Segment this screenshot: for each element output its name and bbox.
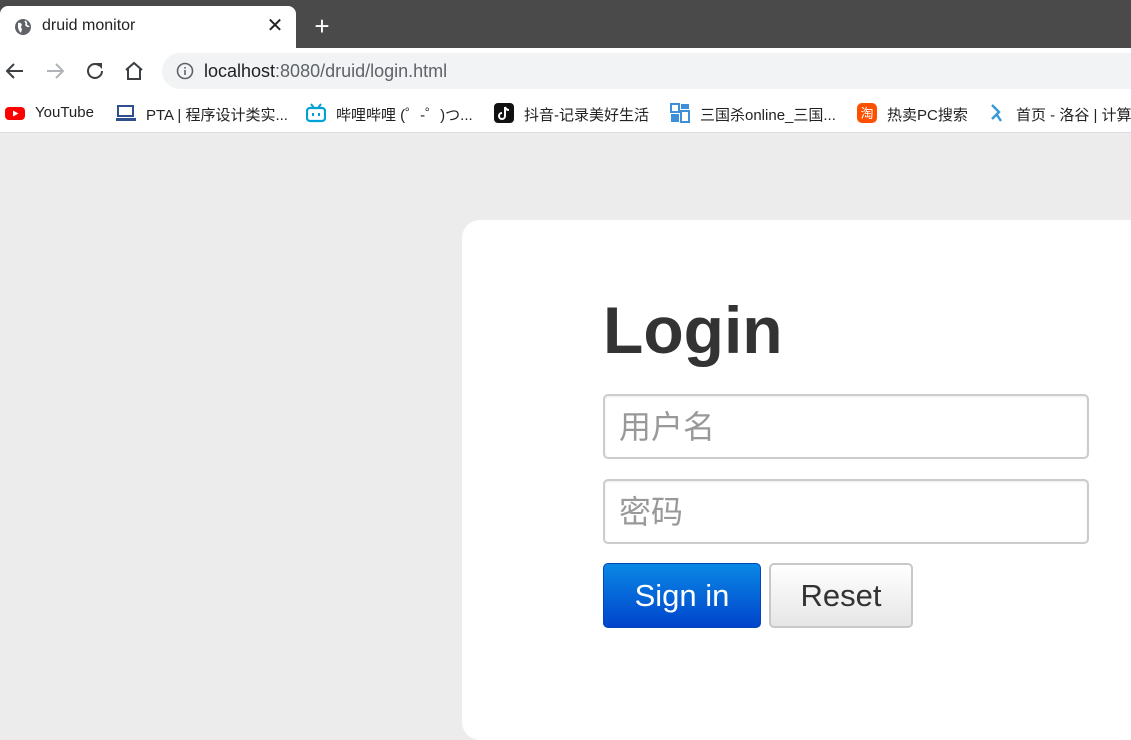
- browser-tab[interactable]: druid monitor ✕: [0, 6, 296, 48]
- taobao-icon: 淘: [857, 103, 877, 123]
- home-icon[interactable]: [122, 59, 146, 83]
- url-text: localhost:8080/druid/login.html: [204, 61, 447, 82]
- bookmark-label: 三国杀online_三国...: [700, 107, 836, 124]
- address-bar[interactable]: localhost:8080/druid/login.html: [162, 53, 1131, 89]
- new-tab-button[interactable]: +: [310, 13, 334, 39]
- bookmark-label: 抖音-记录美好生活: [524, 107, 649, 124]
- username-input[interactable]: [603, 394, 1089, 459]
- bilibili-icon: [306, 103, 326, 123]
- douyin-icon: [494, 103, 514, 123]
- sanguosha-icon: [670, 103, 690, 123]
- bookmark-label: 哔哩哔哩 (゜-゜)つ...: [336, 107, 473, 124]
- youtube-icon: [5, 107, 25, 120]
- tab-strip: druid monitor ✕ +: [0, 0, 1131, 48]
- reset-button[interactable]: Reset: [769, 563, 913, 628]
- bookmark-label: YouTube: [35, 104, 94, 121]
- forward-arrow-icon[interactable]: [43, 59, 67, 83]
- bookmark-label: 热卖PC搜索: [887, 107, 968, 124]
- bookmarks-bar: YouTube PTA | 程序设计类实... 哔哩哔哩 (゜-゜)つ... 抖…: [0, 94, 1131, 133]
- back-arrow-icon[interactable]: [3, 59, 27, 83]
- globe-icon: [15, 19, 31, 35]
- svg-text:淘: 淘: [860, 107, 873, 122]
- sign-in-button[interactable]: Sign in: [603, 563, 761, 628]
- tab-title: druid monitor: [42, 17, 136, 34]
- url-host: localhost: [204, 61, 276, 81]
- close-tab-icon[interactable]: ✕: [264, 15, 286, 37]
- info-icon[interactable]: [176, 62, 194, 80]
- reload-icon[interactable]: [83, 59, 107, 83]
- bookmark-label: PTA | 程序设计类实...: [146, 107, 288, 124]
- password-input[interactable]: [603, 479, 1089, 544]
- url-path: :8080/druid/login.html: [275, 61, 448, 81]
- bookmark-label: 首页 - 洛谷 | 计算: [1016, 107, 1131, 124]
- page-title: Login: [603, 293, 783, 367]
- pta-icon: [116, 105, 136, 121]
- luogu-icon: [991, 104, 1002, 122]
- browser-toolbar: localhost:8080/druid/login.html: [0, 48, 1131, 94]
